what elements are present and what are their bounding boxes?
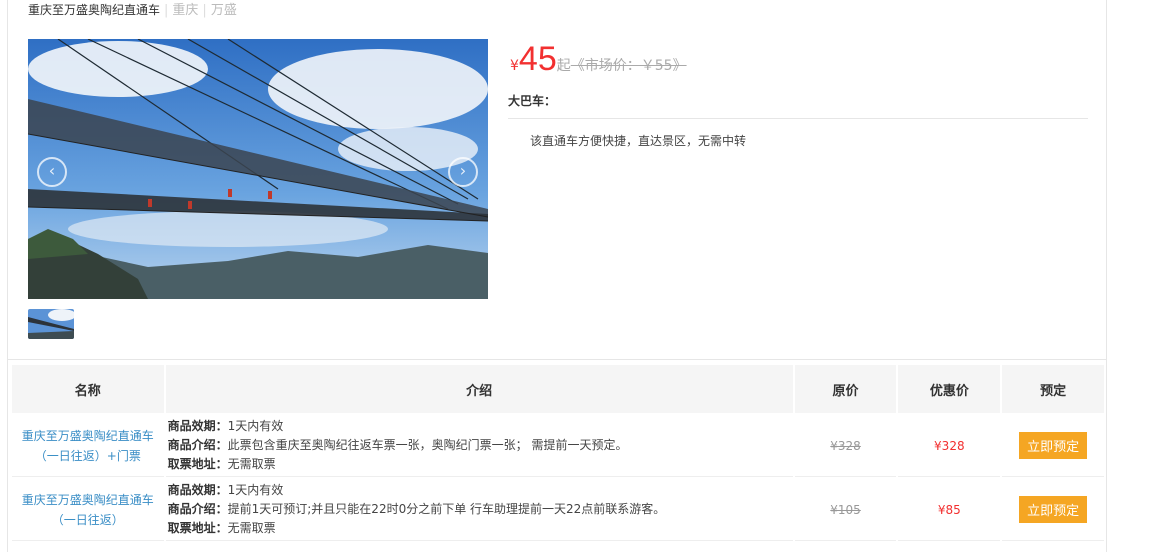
ticket-table: 名称 介绍 原价 优惠价 预定 重庆至万盛奥陶纪直通车（一日往返）+门票 商品效… (10, 363, 1106, 543)
intro-label: 商品介绍： (167, 438, 228, 452)
pickup-label: 取票地址： (167, 457, 228, 471)
pickup-line: 取票地址：无需取票 (168, 455, 793, 474)
glass-bridge-photo (28, 39, 488, 299)
tag-chongqing[interactable]: 重庆 (172, 3, 198, 18)
price-amount: 45 (518, 40, 557, 78)
currency-symbol: ¥ (510, 58, 519, 74)
product-title: 重庆至万盛奥陶纪直通车 (28, 3, 161, 17)
intro-line: 商品介绍：此票包含重庆至奥陶纪往返车票一张，奥陶纪门票一张； 需提前一天预定。 (168, 436, 793, 455)
validity-value: 1天内有效 (227, 419, 284, 433)
table-row: 重庆至万盛奥陶纪直通车（一日往返） 商品效期：1天内有效 商品介绍：提前1天可预… (12, 479, 1104, 541)
ticket-name-link[interactable]: 重庆至万盛奥陶纪直通车（一日往返） (12, 479, 164, 541)
pickup-value: 无需取票 (227, 521, 276, 535)
price-display: ¥45起《市场价：￥55》 (510, 40, 687, 79)
breadcrumb: 重庆至万盛奥陶纪直通车 | 重庆 | 万盛 (28, 2, 237, 18)
pickup-value: 无需取票 (227, 457, 276, 471)
sale-price: ¥85 (898, 479, 1001, 541)
thumbnail-image (28, 309, 74, 339)
header-name: 名称 (12, 365, 164, 413)
bus-label: 大巴车： (508, 94, 557, 108)
book-cell: 立即预定 (1002, 479, 1104, 541)
ticket-table-container: 名称 介绍 原价 优惠价 预定 重庆至万盛奥陶纪直通车（一日往返）+门票 商品效… (8, 359, 1106, 541)
ticket-details: 商品效期：1天内有效 商品介绍：提前1天可预订;并且只能在22时0分之前下单 行… (165, 479, 793, 541)
bus-description: 该直通车方便快捷，直达景区，无需中转 (530, 134, 747, 148)
gallery-thumbnail[interactable] (28, 309, 74, 339)
header-sale-price: 优惠价 (898, 365, 1001, 413)
header-original-price: 原价 (794, 365, 897, 413)
market-price: 《市场价：￥55》 (570, 58, 687, 74)
validity-line: 商品效期：1天内有效 (168, 481, 793, 500)
validity-line: 商品效期：1天内有效 (168, 417, 793, 436)
gallery-next-button[interactable]: › (448, 157, 478, 187)
validity-label: 商品效期： (167, 483, 228, 497)
pickup-label: 取票地址： (167, 521, 228, 535)
intro-value: 提前1天可预订;并且只能在22时0分之前下单 行车助理提前一天22点前联系游客。 (227, 502, 666, 516)
validity-label: 商品效期： (167, 419, 228, 433)
ticket-name-link[interactable]: 重庆至万盛奥陶纪直通车（一日往返）+门票 (12, 415, 164, 477)
original-price: ¥328 (794, 415, 897, 477)
ticket-details: 商品效期：1天内有效 商品介绍：此票包含重庆至奥陶纪往返车票一张，奥陶纪门票一张… (165, 415, 793, 477)
table-header-row: 名称 介绍 原价 优惠价 预定 (12, 365, 1104, 413)
product-page: 重庆至万盛奥陶纪直通车 | 重庆 | 万盛 ‹ › ¥45起《市场价：￥55》 … (0, 0, 1155, 552)
sale-price: ¥328 (898, 415, 1001, 477)
pickup-line: 取票地址：无需取票 (168, 519, 793, 538)
intro-label: 商品介绍： (167, 502, 228, 516)
table-row: 重庆至万盛奥陶纪直通车（一日往返）+门票 商品效期：1天内有效 商品介绍：此票包… (12, 415, 1104, 477)
gallery-prev-button[interactable]: ‹ (37, 157, 67, 187)
validity-value: 1天内有效 (227, 483, 284, 497)
header-book: 预定 (1002, 365, 1104, 413)
header-intro: 介绍 (165, 365, 793, 413)
book-cell: 立即预定 (1002, 415, 1104, 477)
hero-image-glass-bridge: ‹ › (28, 39, 488, 299)
book-now-button[interactable]: 立即预定 (1019, 432, 1088, 459)
tag-wansheng[interactable]: 万盛 (211, 3, 237, 18)
tag-separator: | (202, 3, 207, 18)
original-price: ¥105 (794, 479, 897, 541)
intro-value: 此票包含重庆至奥陶纪往返车票一张，奥陶纪门票一张； 需提前一天预定。 (227, 438, 628, 452)
divider (508, 118, 1088, 119)
intro-line: 商品介绍：提前1天可预订;并且只能在22时0分之前下单 行车助理提前一天22点前… (168, 500, 793, 519)
book-now-button[interactable]: 立即预定 (1019, 496, 1088, 523)
tag-separator: | (164, 3, 169, 18)
price-suffix: 起 (556, 58, 571, 74)
